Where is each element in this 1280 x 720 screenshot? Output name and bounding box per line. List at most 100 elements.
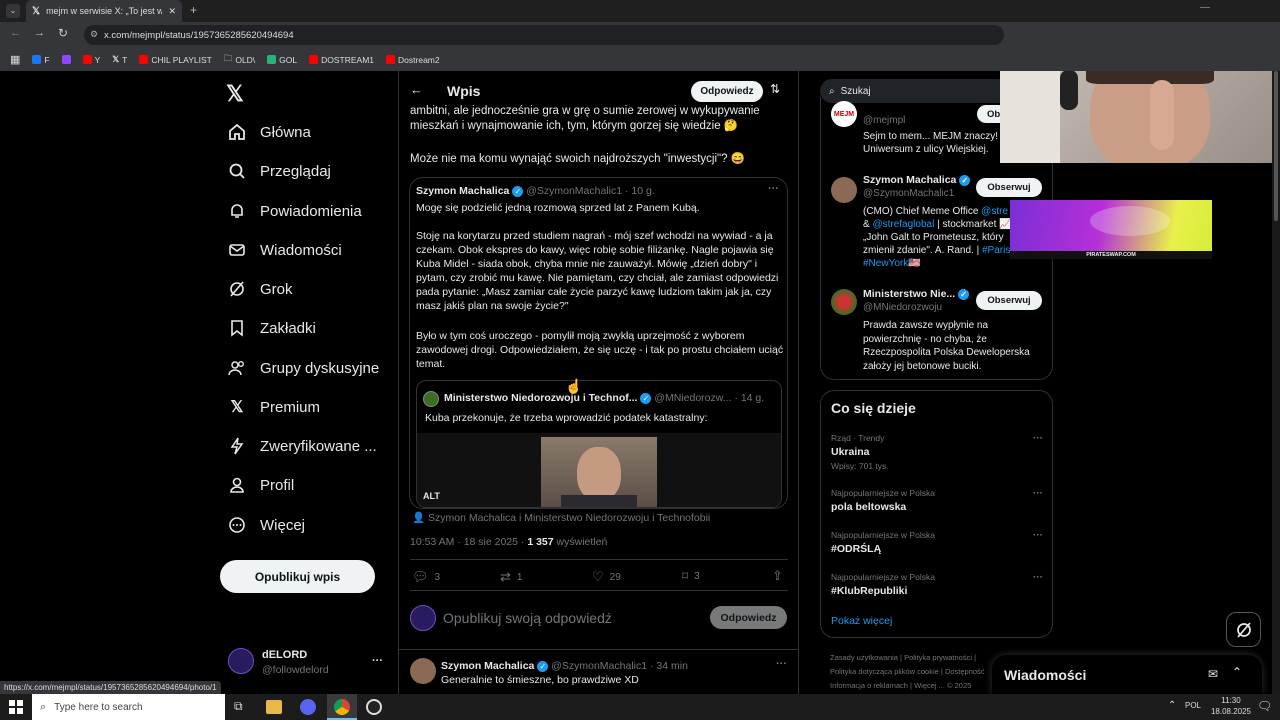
bookmark-youtube[interactable]: Y <box>82 55 100 65</box>
account-avatar[interactable] <box>831 177 857 203</box>
trends-title: Co się dzieje <box>831 400 916 416</box>
apps-grid-icon[interactable]: ▦ <box>10 53 20 66</box>
account-avatar[interactable] <box>831 289 857 315</box>
nested-media[interactable]: ALT <box>417 433 781 507</box>
new-message-icon[interactable]: ✉ <box>1208 667 1218 681</box>
share-icon[interactable]: ⇪ <box>772 568 783 584</box>
page-scrollbar[interactable] <box>1272 71 1280 694</box>
trend-more-icon[interactable]: ··· <box>1033 572 1043 583</box>
account-bio: (CMO) Chief Meme Office @stre & @strefag… <box>863 206 1012 269</box>
sidebar-item-explore[interactable]: Przeglądaj <box>228 162 331 180</box>
trend-more-icon[interactable]: ··· <box>1033 433 1043 444</box>
x-icon: 𝕏 <box>112 54 120 64</box>
x-logo-icon[interactable]: 𝕏 <box>226 81 244 107</box>
bookmark-action[interactable]: ⌑ 3 <box>682 569 700 583</box>
follow-button[interactable]: Obserwuj <box>976 291 1042 310</box>
windows-start-icon[interactable] <box>9 700 23 714</box>
mejm-avatar[interactable]: MEJM <box>831 101 857 127</box>
clock-time[interactable]: 11:30 <box>1207 696 1255 705</box>
alt-badge[interactable]: ALT <box>423 491 440 501</box>
x-icon: 𝕏 <box>230 399 244 416</box>
trend-more-icon[interactable]: ··· <box>1033 530 1043 541</box>
windows-taskbar: ⌕ Type here to search ⧉ ⌃ POL 11:30 18.0… <box>0 694 1280 720</box>
forward-icon[interactable]: → <box>34 27 45 39</box>
sidebar-item-communities[interactable]: Grupy dyskusyjne <box>228 359 379 377</box>
trend-item[interactable]: Najpopularniejsze w Polska #KlubRepublik… <box>831 572 1043 597</box>
sliders-icon[interactable]: ⇅ <box>770 82 780 96</box>
bookmark-dostream1[interactable]: DOSTREAM1 <box>309 55 374 65</box>
trend-item[interactable]: Rząd · Trendy Ukraina Wpisy: 701 tys. ··… <box>831 433 1043 471</box>
header-reply-button[interactable]: Odpowiedz <box>691 81 763 102</box>
expand-up-icon[interactable]: ⌃ <box>1232 665 1242 679</box>
tab-list-icon[interactable]: ⌄ <box>6 4 20 18</box>
repost-action[interactable]: ⇄ 1 <box>500 569 522 585</box>
clock-date[interactable]: 18.08.2025 <box>1203 707 1259 716</box>
quoted-post-card[interactable]: Szymon Machalica ✓ @SzymonMachalic1 · 10… <box>409 177 788 509</box>
sidebar-item-notifications[interactable]: Powiadomienia <box>228 202 362 220</box>
trend-more-icon[interactable]: ··· <box>1033 488 1043 499</box>
language-indicator[interactable]: POL <box>1185 701 1201 710</box>
minimize-icon[interactable]: — <box>1200 2 1210 13</box>
bookmark-facebook[interactable]: F <box>32 55 50 65</box>
show-more-link[interactable]: Pokaż więcej <box>831 615 892 627</box>
like-action[interactable]: ♡ 29 <box>592 569 621 585</box>
reply-input[interactable]: Opublikuj swoją odpowiedź <box>443 610 612 626</box>
sidebar-item-home[interactable]: Główna <box>228 123 311 141</box>
reply-author-avatar[interactable] <box>410 658 436 684</box>
reload-icon[interactable]: ↻ <box>58 26 68 40</box>
messages-drawer[interactable]: Wiadomości ✉ ⌃ <box>992 655 1262 694</box>
address-bar[interactable]: ⚙ x.com/mejmpl/status/195736528562049469… <box>84 25 1004 45</box>
bookmark-chil-playlist[interactable]: CHIL PLAYLIST <box>139 55 212 65</box>
nested-quoted-post[interactable]: Ministerstwo Niedorozwoju i Technof... ✓… <box>416 380 782 508</box>
sidebar-item-premium[interactable]: 𝕏 Premium <box>228 398 320 417</box>
reply-more-icon[interactable]: ··· <box>776 658 787 670</box>
tagged-users[interactable]: 👤 Szymon Machalica i Ministerstwo Niedor… <box>412 511 710 524</box>
sidebar-item-bookmarks[interactable]: Zakładki <box>228 319 316 337</box>
reply-action[interactable]: 💬︎ 3 <box>412 569 440 585</box>
sidebar-item-grok[interactable]: Grok <box>228 280 293 298</box>
task-view-icon[interactable]: ⧉ <box>234 699 243 714</box>
quoted-text-p1: Mogę się podzielić jedną rozmową sprzed … <box>416 202 700 214</box>
account-name-row: Szymon Machalica ✓ <box>863 174 971 186</box>
account-avatar[interactable] <box>228 648 254 674</box>
notification-icon[interactable]: 🗨︎ <box>1257 699 1272 713</box>
trend-item[interactable]: Najpopularniejsze w Polska pola beltowsk… <box>831 488 1043 513</box>
grok-floating-button[interactable] <box>1226 612 1261 647</box>
account-more-icon[interactable]: ··· <box>372 655 383 667</box>
search-icon: ⌕ <box>40 700 47 713</box>
sidebar-item-verified-orgs[interactable]: Zweryfikowane ... <box>228 437 377 455</box>
quoted-text-p2: Stoję na korytarzu przed studiem nagrań … <box>416 230 779 312</box>
tab-close-icon[interactable]: ✕ <box>168 6 176 17</box>
back-icon[interactable]: ← <box>10 27 21 39</box>
account-handle: @SzymonMachalic1 <box>863 188 955 199</box>
obs-icon[interactable] <box>366 699 382 715</box>
post-button[interactable]: Opublikuj wpis <box>220 560 375 593</box>
bookmark-folder-old[interactable]: 🗀 OLD\ <box>224 53 255 67</box>
person-shirt-image <box>561 495 637 507</box>
bookmark-x[interactable]: 𝕏T <box>112 54 127 65</box>
url-text: x.com/mejmpl/status/1957365285620494694 <box>104 29 294 41</box>
trend-item[interactable]: Najpopularniejsze w Polska #ODRŚLĄ ··· <box>831 530 1043 555</box>
discord-icon[interactable] <box>300 699 316 715</box>
tray-chevron-icon[interactable]: ⌃ <box>1168 700 1176 711</box>
account-bio: Prawda zawsze wypłynie na powierzchnię -… <box>863 320 1030 372</box>
sidebar-item-profile[interactable]: Profil <box>228 476 294 494</box>
reply-submit-button[interactable]: Odpowiedz <box>710 606 787 629</box>
back-arrow-icon[interactable]: ← <box>410 82 423 97</box>
messages-drawer-title: Wiadomości <box>1004 667 1087 683</box>
file-explorer-icon[interactable] <box>266 700 282 714</box>
bookmark-gol[interactable]: GOL <box>267 55 297 65</box>
chrome-taskbar-button[interactable] <box>327 694 357 720</box>
video-thumbnail[interactable] <box>541 437 657 507</box>
scrollbar-thumb[interactable] <box>1274 71 1278 221</box>
quoted-more-icon[interactable]: ··· <box>768 183 779 195</box>
sidebar-item-more[interactable]: Więcej <box>228 516 305 534</box>
browser-tab[interactable]: 𝕏 mejm w serwisie X: „To jest w s... ✕ <box>26 0 182 22</box>
bookmark-dostream2[interactable]: Dostream2 <box>386 55 440 65</box>
bookmark-twitch[interactable] <box>61 55 71 64</box>
site-info-icon[interactable]: ⚙ <box>90 29 98 40</box>
new-tab-icon[interactable]: + <box>190 3 197 17</box>
taskbar-search[interactable]: ⌕ Type here to search <box>32 694 225 720</box>
sidebar-item-messages[interactable]: Wiadomości <box>228 241 342 259</box>
follow-button[interactable]: Obserwuj <box>976 178 1042 197</box>
